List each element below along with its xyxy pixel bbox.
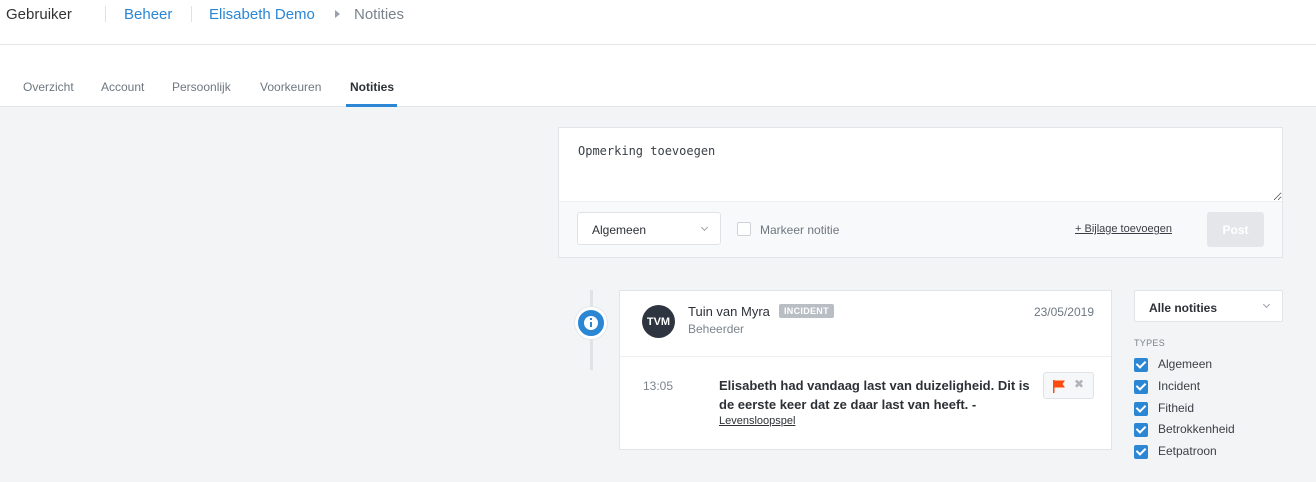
note-type-value: Algemeen [592,223,647,237]
note-time: 13:05 [643,379,674,393]
close-icon[interactable]: ✖ [1074,377,1084,391]
tab-account[interactable]: Account [101,80,144,94]
post-button[interactable]: Post [1207,212,1264,247]
tab-overview[interactable]: Overzicht [23,80,74,94]
caret-right-icon [335,10,340,18]
notes-filter-select[interactable]: Alle notities [1134,290,1283,322]
note-card: TVM Tuin van Myra INCIDENT Beheerder 23/… [619,290,1112,450]
note-composer: Algemeen Markeer notitie + Bijlage toevo… [558,127,1283,258]
breadcrumb-link-manage[interactable]: Beheer [124,6,172,23]
type-checkbox-eating[interactable] [1134,445,1148,459]
note-actions: ✖ [1043,372,1094,399]
breadcrumb-divider [105,6,106,22]
comment-input[interactable] [559,128,1282,201]
note-header: TVM Tuin van Myra INCIDENT Beheerder 23/… [620,291,1111,357]
breadcrumb-link-person[interactable]: Elisabeth Demo [209,6,315,23]
tab-personal[interactable]: Persoonlijk [172,80,231,94]
breadcrumb-current: Notities [354,6,405,23]
breadcrumb-user: Gebruiker [6,6,72,23]
type-label: Incident [1158,379,1201,393]
note-author: Tuin van Myra [688,304,770,319]
note-type-select[interactable]: Algemeen [577,212,721,245]
add-attachment-link[interactable]: + Bijlage toevoegen [1075,223,1172,235]
type-checkbox-involvement[interactable] [1134,423,1148,437]
type-label: Betrokkenheid [1158,422,1235,436]
mark-note-checkbox[interactable] [737,222,751,236]
tab-bar: Overzicht Account Persoonlijk Voorkeuren… [0,45,1316,107]
type-label: Algemeen [1158,357,1213,371]
mark-note-label: Markeer notitie [760,223,840,237]
tab-preferences[interactable]: Voorkeuren [260,80,321,94]
type-checkbox-incident[interactable] [1134,380,1148,394]
status-badge: INCIDENT [779,304,834,318]
note-author-role: Beheerder [688,322,745,336]
flag-icon[interactable] [1052,380,1066,393]
types-heading: TYPES [1134,338,1166,348]
composer-footer: Algemeen Markeer notitie + Bijlage toevo… [559,201,1282,257]
chevron-down-icon [700,223,709,232]
active-tab-indicator [346,104,397,107]
info-icon [575,307,607,339]
type-checkbox-general[interactable] [1134,358,1148,372]
breadcrumb-divider [191,6,192,22]
note-date: 23/05/2019 [1033,305,1094,319]
note-text: Elisabeth had vandaag last van duizeligh… [719,378,1030,412]
type-checkbox-fitness[interactable] [1134,402,1148,416]
type-label: Eetpatroon [1158,444,1217,458]
breadcrumb: Gebruiker Beheer Elisabeth Demo Notities [0,0,1316,45]
tab-notes[interactable]: Notities [350,80,394,94]
note-source-link[interactable]: Levensloopspel [719,415,795,427]
chevron-down-icon [1262,300,1271,309]
type-label: Fitheid [1158,401,1195,415]
avatar: TVM [642,305,675,338]
notes-filter-value: Alle notities [1149,301,1218,315]
